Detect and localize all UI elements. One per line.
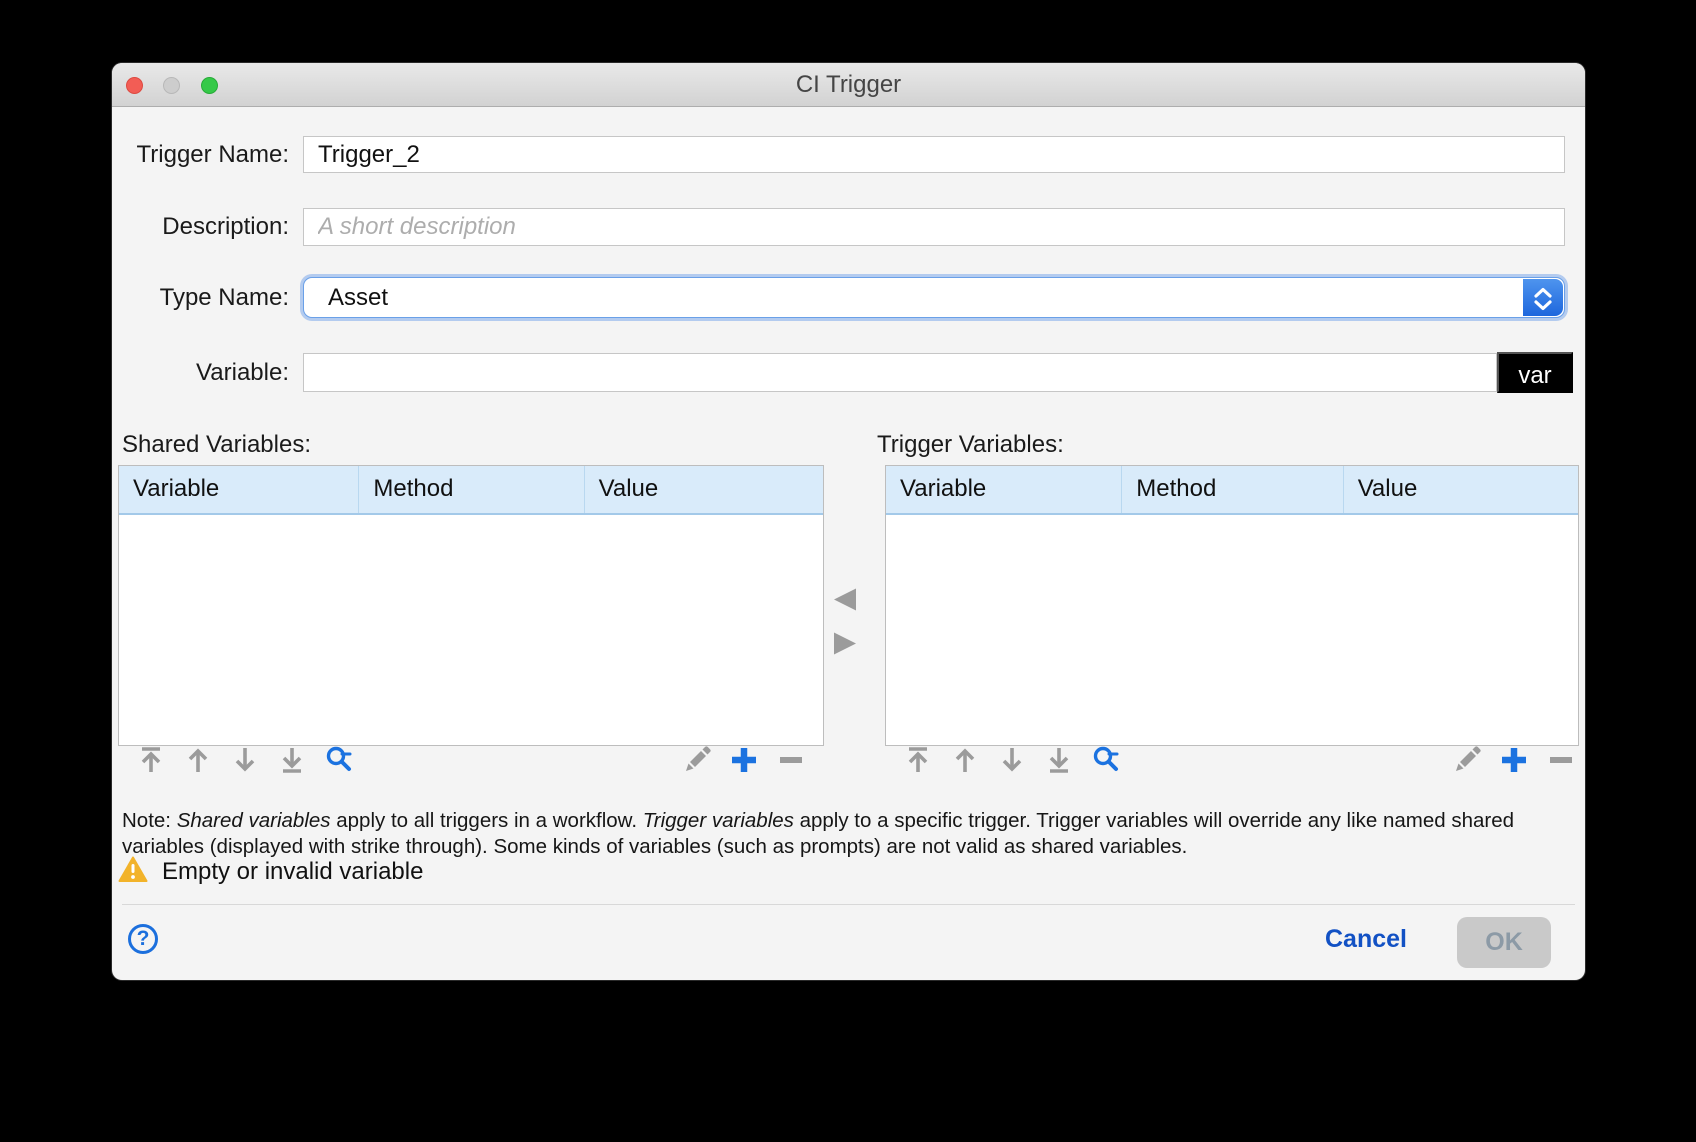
- type-name-selected-value: Asset: [328, 284, 389, 311]
- move-to-top-button[interactable]: [136, 746, 166, 776]
- column-header-method: Method: [358, 466, 583, 513]
- move-to-bottom-button[interactable]: [1044, 746, 1074, 776]
- move-to-bottom-icon: [1045, 745, 1073, 778]
- trigger-name-input[interactable]: [303, 136, 1565, 173]
- search-filter-button[interactable]: [324, 746, 354, 776]
- combobox-stepper-icon: [1523, 279, 1563, 316]
- add-button[interactable]: [1499, 746, 1529, 776]
- add-icon: [1499, 745, 1529, 778]
- var-button[interactable]: var: [1497, 352, 1573, 393]
- move-to-bottom-icon: [278, 745, 306, 778]
- validation-warning: Empty or invalid variable: [118, 856, 424, 888]
- trigger-variables-table: Variable Method Value: [885, 465, 1579, 746]
- ci-trigger-dialog: CI Trigger Trigger Name: Description: Ty…: [112, 63, 1585, 980]
- type-name-label: Type Name:: [159, 284, 289, 311]
- move-right-button[interactable]: [831, 631, 859, 657]
- move-up-button[interactable]: [950, 746, 980, 776]
- description-label: Description:: [162, 213, 289, 240]
- search-filter-button[interactable]: [1091, 746, 1121, 776]
- trigger-name-label: Trigger Name:: [136, 141, 289, 168]
- cancel-button[interactable]: Cancel: [1306, 925, 1426, 954]
- zoom-icon[interactable]: [201, 77, 218, 94]
- remove-icon: [1546, 745, 1576, 778]
- move-down-icon: [231, 745, 259, 778]
- column-header-value: Value: [1342, 466, 1578, 513]
- move-down-icon: [998, 745, 1026, 778]
- warning-icon: [118, 856, 148, 888]
- transfer-right-icon: [832, 632, 858, 659]
- column-header-method: Method: [1121, 466, 1342, 513]
- note-text: Note: Shared variables apply to all trig…: [122, 808, 1515, 858]
- move-up-icon: [184, 745, 212, 778]
- move-to-top-icon: [137, 745, 165, 778]
- move-down-button[interactable]: [997, 746, 1027, 776]
- trigger-variables-label: Trigger Variables:: [877, 431, 1064, 458]
- minimize-icon[interactable]: [163, 77, 180, 94]
- footer-divider: [122, 904, 1575, 905]
- remove-button[interactable]: [776, 746, 806, 776]
- help-button[interactable]: ?: [128, 924, 158, 954]
- shared-variables-table-header: Variable Method Value: [119, 466, 823, 515]
- trigger-table-edit-toolbar: [1452, 743, 1576, 779]
- type-name-select[interactable]: Asset: [303, 277, 1565, 318]
- trigger-variables-table-body[interactable]: [886, 515, 1578, 745]
- variable-label: Variable:: [196, 359, 289, 386]
- add-button[interactable]: [729, 746, 759, 776]
- variable-input[interactable]: [303, 353, 1497, 392]
- edit-pencil-icon: [682, 745, 712, 778]
- window-title: CI Trigger: [795, 71, 902, 98]
- move-left-button[interactable]: [831, 587, 859, 613]
- move-to-top-button[interactable]: [903, 746, 933, 776]
- column-header-variable: Variable: [133, 475, 220, 502]
- edit-button[interactable]: [682, 745, 712, 778]
- close-icon[interactable]: [126, 77, 143, 94]
- search-icon: [324, 745, 354, 778]
- shared-table-edit-toolbar: [682, 743, 806, 779]
- trigger-table-reorder-toolbar: [903, 743, 1121, 779]
- edit-button[interactable]: [1452, 745, 1482, 778]
- title-bar: CI Trigger: [112, 63, 1585, 107]
- move-to-bottom-button[interactable]: [277, 746, 307, 776]
- move-up-icon: [951, 745, 979, 778]
- help-icon: ?: [136, 927, 150, 950]
- shared-variables-label: Shared Variables:: [122, 431, 311, 458]
- remove-icon: [776, 745, 806, 778]
- description-input[interactable]: [303, 208, 1565, 246]
- search-icon: [1091, 745, 1121, 778]
- shared-table-reorder-toolbar: [136, 743, 354, 779]
- column-header-value: Value: [583, 466, 823, 513]
- move-down-button[interactable]: [230, 746, 260, 776]
- shared-variables-table: Variable Method Value: [118, 465, 824, 746]
- move-up-button[interactable]: [183, 746, 213, 776]
- shared-variables-table-body[interactable]: [119, 515, 823, 745]
- remove-button[interactable]: [1546, 746, 1576, 776]
- column-header-variable: Variable: [900, 475, 987, 502]
- move-to-top-icon: [904, 745, 932, 778]
- transfer-left-icon: [832, 588, 858, 615]
- edit-pencil-icon: [1452, 745, 1482, 778]
- ok-button[interactable]: OK: [1457, 917, 1551, 968]
- screenshot-canvas: CI Trigger Trigger Name: Description: Ty…: [0, 0, 1696, 1142]
- trigger-variables-table-header: Variable Method Value: [886, 466, 1578, 515]
- add-icon: [729, 745, 759, 778]
- warning-text: Empty or invalid variable: [162, 858, 424, 885]
